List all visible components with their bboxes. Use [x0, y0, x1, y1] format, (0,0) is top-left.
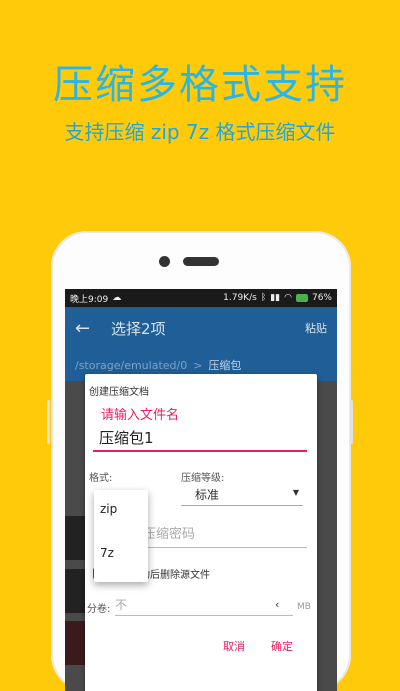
status-time: 晚上9:09 — [70, 294, 109, 305]
paste-button[interactable]: 粘贴 — [305, 320, 327, 336]
format-option-zip[interactable]: zip — [100, 502, 117, 516]
camera-icon — [159, 256, 170, 267]
signal-icon: ▮▮ — [270, 293, 281, 303]
split-unit: MB — [297, 602, 311, 612]
battery-level: 76% — [311, 293, 332, 303]
chevron-down-icon: ▼ — [292, 488, 299, 497]
cancel-button[interactable]: 取消 — [223, 638, 245, 654]
phone-side-button — [47, 400, 50, 444]
level-select[interactable]: 标准 ▼ — [181, 482, 303, 506]
bluetooth-icon: ᛒ — [260, 293, 267, 303]
promo-headline: 压缩多格式支持 — [53, 62, 347, 108]
split-input[interactable]: 不 — [115, 596, 293, 616]
file-thumbnail — [65, 516, 85, 560]
network-speed: 1.79K/s — [223, 293, 257, 303]
file-thumbnail — [65, 569, 85, 613]
arrow-back-icon[interactable]: ← — [75, 318, 103, 339]
app-bar: ← 选择2项 粘贴 — [65, 307, 337, 349]
phone-frame: 晚上9:09 ☁ 1.79K/s ᛒ ▮▮ ◠ 76% ← 选择2项 粘贴 /s… — [51, 231, 351, 691]
breadcrumb-path[interactable]: /storage/emulated/0 — [75, 359, 187, 372]
phone-side-button — [350, 400, 353, 444]
filename-input[interactable]: 压缩包1 — [93, 426, 307, 452]
level-value: 标准 — [195, 488, 220, 502]
password-input[interactable]: 压缩密码 — [143, 524, 307, 548]
app-bar-title: 选择2项 — [111, 319, 166, 338]
filename-label: 请输入文件名 — [101, 408, 180, 423]
chevron-left-icon[interactable]: ‹ — [275, 598, 279, 611]
chevron-right-icon: > — [193, 358, 203, 372]
speaker-grille — [183, 257, 219, 266]
file-thumbnail — [65, 621, 85, 665]
app-screen: 晚上9:09 ☁ 1.79K/s ᛒ ▮▮ ◠ 76% ← 选择2项 粘贴 /s… — [65, 289, 337, 691]
format-label: 格式: — [89, 473, 113, 484]
breadcrumb-current[interactable]: 压缩包 — [208, 357, 241, 373]
cloud-icon: ☁ — [112, 293, 122, 303]
format-option-7z[interactable]: 7z — [100, 546, 114, 560]
promo-subhead: 支持压缩 zip 7z 格式压缩文件 — [64, 120, 336, 144]
battery-icon — [295, 294, 308, 302]
wifi-icon: ◠ — [284, 293, 292, 303]
format-dropdown: zip 7z — [94, 490, 148, 582]
dialog-title: 创建压缩文档 — [89, 387, 149, 398]
status-bar: 晚上9:09 ☁ 1.79K/s ᛒ ▮▮ ◠ 76% — [65, 289, 337, 307]
split-label: 分卷: — [87, 604, 111, 615]
confirm-button[interactable]: 确定 — [271, 638, 293, 654]
